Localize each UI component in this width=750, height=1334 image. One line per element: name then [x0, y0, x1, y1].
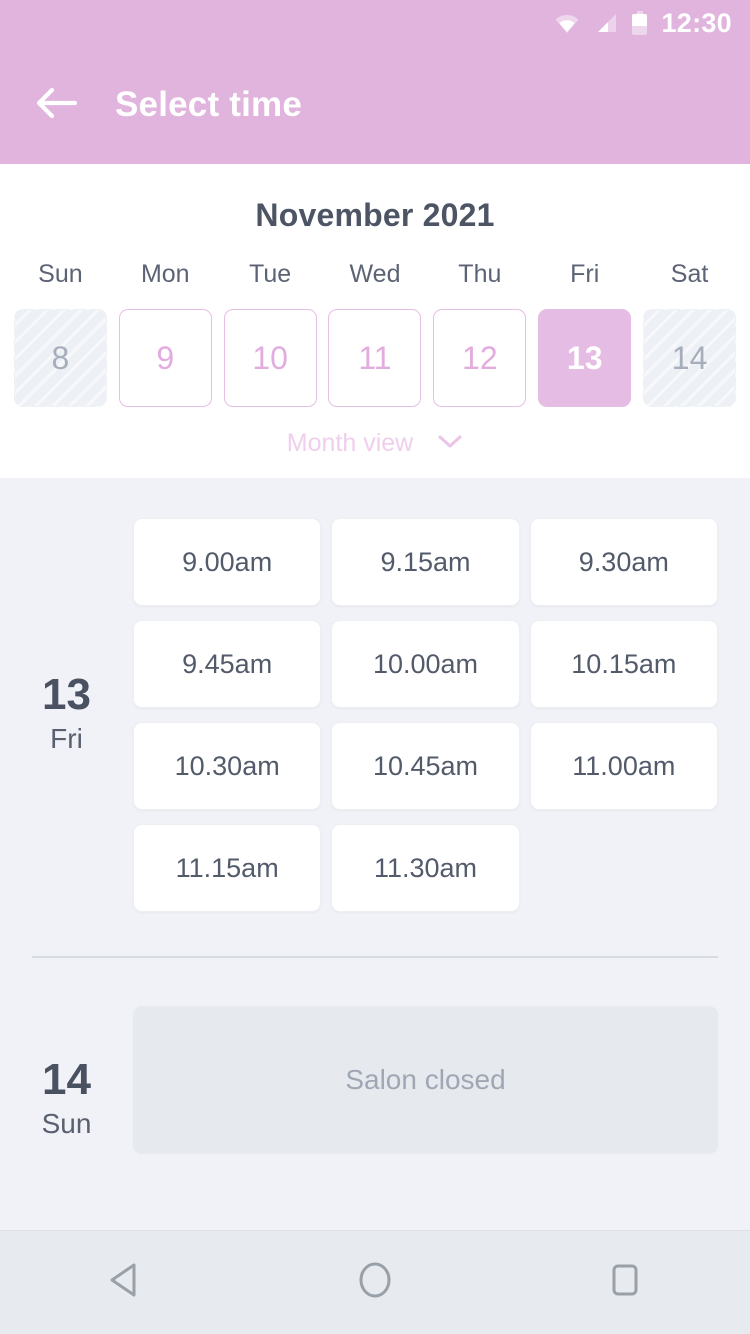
calendar-day-13[interactable]: 13	[538, 309, 632, 407]
phone-screen: 12:30 Select time November 2021 Sun Mon …	[0, 0, 750, 1334]
weekday-label-sun: Sun	[38, 260, 83, 288]
calendar-day-11[interactable]: 11	[328, 309, 422, 407]
calendar-day-8: 8	[13, 309, 107, 407]
home-circle-icon	[356, 1261, 394, 1304]
time-slot[interactable]: 9.15am	[331, 518, 520, 606]
status-bar: 12:30	[0, 0, 750, 46]
day-block-13: 13 Fri 9.00am 9.15am 9.30am 9.45am 10.00…	[0, 478, 750, 912]
calendar-week-row: 8 9 10 11 12 13 14	[0, 309, 750, 407]
time-slot[interactable]: 11.15am	[133, 824, 322, 912]
time-slot[interactable]: 11.00am	[529, 722, 718, 810]
back-triangle-icon	[108, 1262, 142, 1303]
battery-icon	[632, 11, 648, 35]
day-label-14: 14 Sun	[0, 1006, 133, 1154]
time-slot[interactable]: 10.00am	[331, 620, 520, 708]
time-slot[interactable]: 9.00am	[133, 518, 322, 606]
month-view-toggle[interactable]: Month view	[0, 429, 750, 458]
month-view-label: Month view	[286, 429, 414, 457]
calendar-day-10[interactable]: 10	[223, 309, 317, 407]
weekday-label-thu: Thu	[458, 260, 502, 288]
day-weekday: Fri	[50, 723, 83, 754]
time-slot[interactable]: 9.30am	[529, 518, 718, 606]
weekday-label-fri: Fri	[570, 260, 600, 288]
weekday-label-tue: Tue	[249, 260, 292, 288]
app-bar: Select time	[0, 46, 750, 164]
nav-back-button[interactable]	[77, 1235, 173, 1331]
calendar-day-9[interactable]: 9	[118, 309, 212, 407]
back-button[interactable]	[19, 68, 93, 142]
weekday-label-wed: Wed	[349, 260, 401, 288]
time-slot[interactable]: 10.45am	[331, 722, 520, 810]
calendar-day-14: 14	[643, 309, 737, 407]
signal-icon	[594, 12, 618, 34]
recents-square-icon	[608, 1263, 642, 1302]
weekday-header-row: Sun Mon Tue Wed Thu Fri Sat	[0, 260, 750, 289]
chevron-down-icon	[437, 433, 463, 454]
status-bar-clock: 12:30	[661, 7, 732, 38]
calendar-month-title: November 2021	[255, 197, 495, 233]
calendar-day-12[interactable]: 12	[433, 309, 527, 407]
calendar-panel: November 2021 Sun Mon Tue Wed Thu Fri Sa…	[0, 164, 750, 478]
nav-recents-button[interactable]	[577, 1235, 673, 1331]
time-slot[interactable]: 10.30am	[133, 722, 322, 810]
nav-home-button[interactable]	[327, 1235, 423, 1331]
time-slot-grid: 9.00am 9.15am 9.30am 9.45am 10.00am 10.1…	[133, 478, 750, 912]
salon-closed-card: Salon closed	[133, 1006, 718, 1154]
section-divider	[32, 956, 718, 958]
time-slot[interactable]: 10.15am	[529, 620, 718, 708]
android-nav-bar	[0, 1230, 750, 1334]
day-weekday: Sun	[41, 1108, 92, 1139]
time-slot[interactable]: 11.30am	[331, 824, 520, 912]
weekday-label-mon: Mon	[140, 260, 190, 288]
day-block-14: 14 Sun Salon closed	[0, 1006, 750, 1154]
time-slot[interactable]: 9.45am	[133, 620, 322, 708]
page-title: Select time	[115, 85, 303, 124]
weekday-label-sat: Sat	[670, 260, 709, 288]
schedule-area: 13 Fri 9.00am 9.15am 9.30am 9.45am 10.00…	[0, 478, 750, 1230]
day-number: 13	[42, 670, 91, 719]
wifi-icon	[554, 12, 580, 34]
arrow-left-icon	[35, 86, 78, 125]
day-label-13: 13 Fri	[0, 478, 133, 912]
day-number: 14	[42, 1055, 91, 1104]
